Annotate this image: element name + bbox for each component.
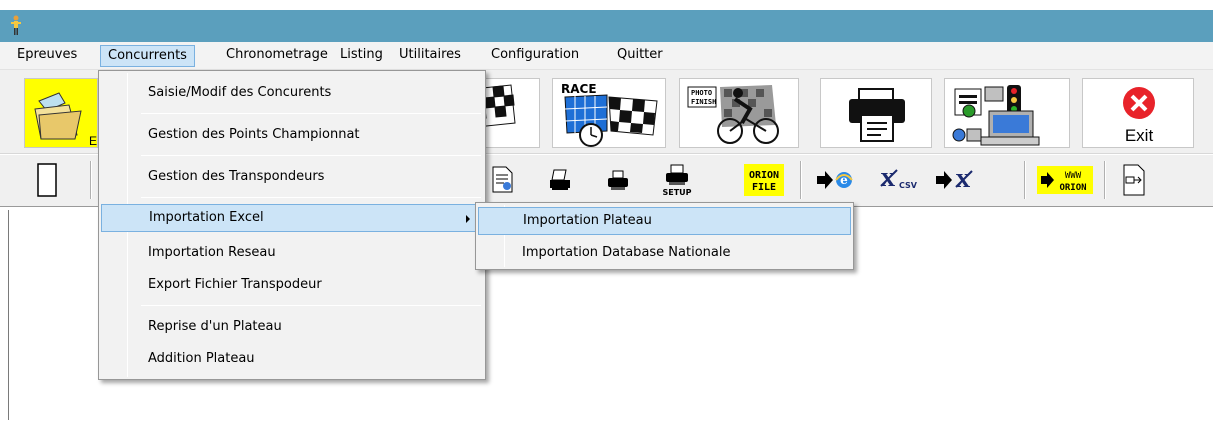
print-list-button[interactable]	[546, 159, 574, 201]
orion-file-icon: ORION FILE	[744, 164, 784, 196]
document-preview-icon	[492, 166, 513, 193]
toolbar-separator	[1104, 161, 1106, 199]
open-event-button[interactable]: E	[24, 78, 98, 148]
printer-small-icon	[608, 170, 628, 190]
open-folder-icon: E	[34, 92, 97, 148]
menu-item-points-championnat[interactable]: Gestion des Points Championnat	[101, 121, 483, 149]
toolbar-separator	[800, 161, 802, 199]
printer-icon	[849, 88, 905, 142]
concurrents-menu: Saisie/Modif des Concurents Gestion des …	[98, 70, 486, 380]
svg-text:ORION: ORION	[1059, 183, 1086, 193]
svg-text:RACE: RACE	[561, 82, 597, 96]
svg-text:PHOTO: PHOTO	[691, 89, 712, 97]
menu-item-importation-database-nationale[interactable]: Importation Database Nationale	[478, 239, 851, 267]
file-transfer-button[interactable]	[1114, 159, 1154, 201]
menu-utilitaires[interactable]: Utilitaires	[392, 45, 468, 67]
excel-export-button[interactable]: X	[932, 159, 980, 201]
internet-export-icon: e	[817, 171, 853, 189]
svg-text:Exit: Exit	[1125, 126, 1154, 145]
menu-item-saisie-modif[interactable]: Saisie/Modif des Concurents	[101, 79, 483, 107]
blank-page-icon	[37, 163, 57, 197]
title-bar	[0, 10, 1213, 42]
menu-bar: Epreuves Concurrents Chronometrage Listi…	[0, 42, 1213, 70]
svg-text:FINISH: FINISH	[691, 98, 716, 106]
menu-listing[interactable]: Listing	[333, 45, 390, 67]
excel-export-icon: X	[936, 170, 973, 192]
www-orion-button[interactable]: WWW ORION	[1034, 159, 1096, 201]
toolbar-separator	[90, 161, 92, 199]
menu-chronometrage[interactable]: Chronometrage	[219, 45, 335, 67]
print-button[interactable]	[820, 78, 932, 148]
importation-excel-submenu: Importation Plateau Importation Database…	[475, 202, 854, 270]
menu-separator	[141, 155, 481, 156]
submenu-arrow-icon	[466, 215, 470, 223]
svg-text:ORION: ORION	[749, 170, 779, 181]
www-orion-icon: WWW ORION	[1037, 166, 1093, 194]
exit-icon: Exit	[1123, 87, 1155, 145]
toolbar-separator	[1024, 161, 1026, 199]
excel-csv-icon: X CSV	[880, 169, 918, 191]
svg-text:SETUP: SETUP	[662, 188, 691, 197]
preview-button[interactable]	[488, 159, 518, 201]
svg-text:CSV: CSV	[899, 181, 918, 190]
menu-item-export-transpondeur[interactable]: Export Fichier Transpodeur	[101, 271, 483, 299]
print-setup-icon: SETUP	[662, 164, 692, 197]
orion-file-button[interactable]: ORION FILE	[740, 159, 788, 201]
print-setup-button[interactable]: SETUP	[660, 159, 694, 201]
cyclist-app-icon[interactable]	[10, 15, 22, 37]
print-small-button[interactable]	[604, 159, 632, 201]
menu-separator	[141, 113, 481, 114]
photo-finish-cyclist-icon: PHOTO FINISH	[687, 85, 779, 144]
network-computer-icon	[952, 85, 1040, 146]
svg-text:e: e	[840, 173, 848, 187]
svg-text:WWW: WWW	[1065, 171, 1082, 181]
menu-item-importation-reseau[interactable]: Importation Reseau	[101, 239, 483, 267]
excel-csv-button[interactable]: X CSV	[878, 159, 922, 201]
new-document-button[interactable]	[30, 159, 64, 201]
menu-item-transpondeurs[interactable]: Gestion des Transpondeurs	[101, 163, 483, 191]
work-area-edge	[8, 210, 9, 420]
exit-button[interactable]: Exit	[1082, 78, 1194, 148]
menu-item-addition-plateau[interactable]: Addition Plateau	[101, 345, 483, 373]
menu-separator	[141, 305, 481, 306]
network-config-button[interactable]	[944, 78, 1070, 148]
photo-finish-button[interactable]: PHOTO FINISH	[679, 78, 799, 148]
svg-text:E: E	[89, 134, 97, 148]
menu-item-reprise-plateau[interactable]: Reprise d'un Plateau	[101, 313, 483, 341]
menu-epreuves[interactable]: Epreuves	[10, 45, 84, 67]
menu-item-label: Importation Excel	[149, 210, 264, 225]
menu-quitter[interactable]: Quitter	[610, 45, 670, 67]
file-transfer-icon	[1123, 164, 1145, 196]
svg-text:FILE: FILE	[752, 182, 776, 193]
race-button[interactable]: RACE	[552, 78, 666, 148]
menu-separator	[141, 197, 481, 198]
race-flag-clock-icon: RACE	[561, 82, 658, 147]
menu-item-importation-excel[interactable]: Importation Excel	[101, 204, 483, 232]
menu-concurrents[interactable]: Concurrents	[100, 45, 195, 67]
internet-export-button[interactable]: e	[814, 159, 856, 201]
print-list-icon	[550, 169, 570, 190]
menu-configuration[interactable]: Configuration	[484, 45, 586, 67]
menu-item-importation-plateau[interactable]: Importation Plateau	[478, 207, 851, 235]
